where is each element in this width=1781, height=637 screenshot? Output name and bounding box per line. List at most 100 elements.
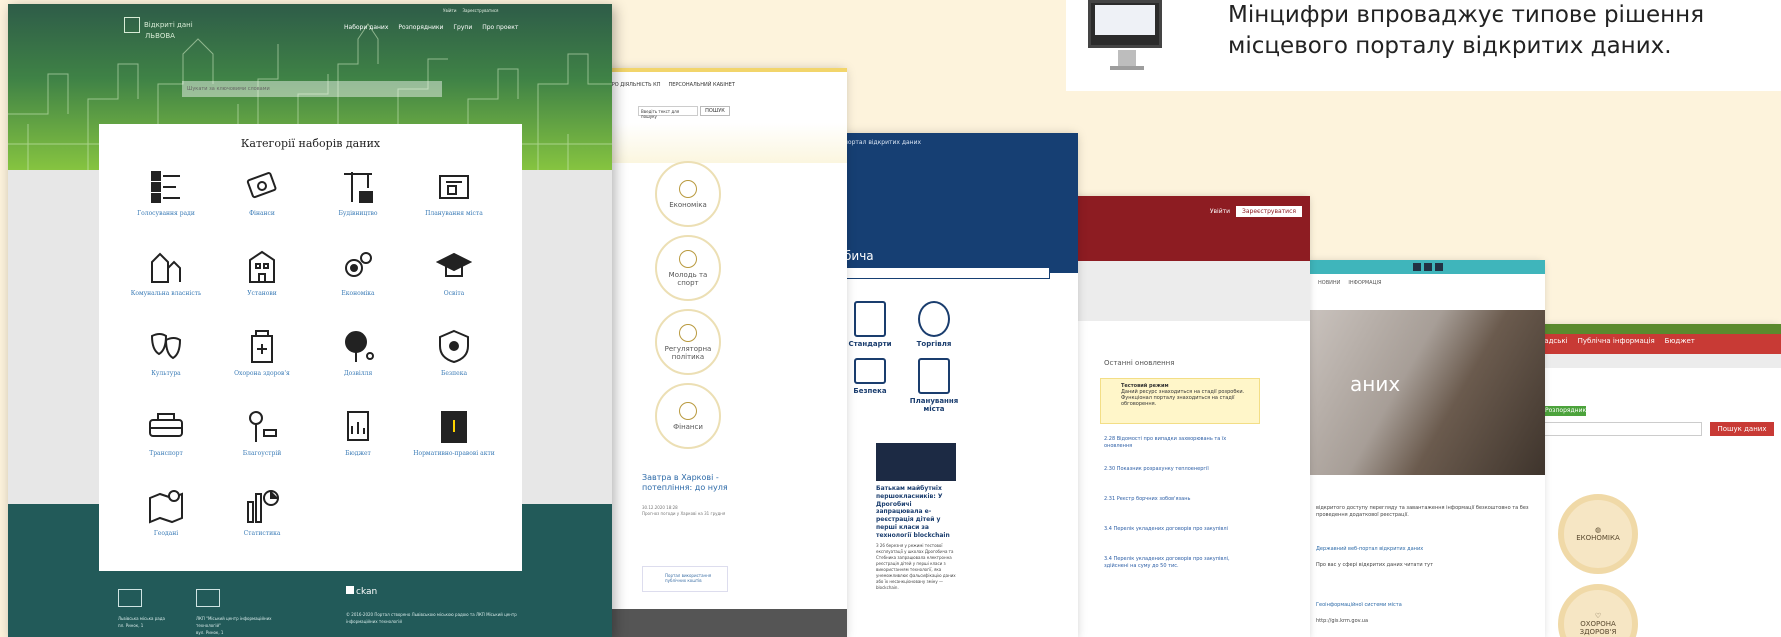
portal4-social-bar bbox=[1310, 260, 1545, 274]
portal3-update-item[interactable]: 3.4 Перелік укладених договорів про заку… bbox=[1104, 556, 1254, 569]
portal2-search-input[interactable] bbox=[838, 267, 1050, 279]
tree-icon bbox=[249, 411, 277, 442]
portal-screenshot-2: портал відкритих даних бича Стандарти То… bbox=[838, 133, 1078, 637]
lviv-category-building[interactable]: Установи bbox=[212, 248, 312, 297]
coin-hand-icon bbox=[918, 301, 950, 337]
portal1-news-title[interactable]: Завтра в Харкові - потепління: до нуля bbox=[642, 473, 732, 494]
lviv-category-money[interactable]: Фінанси bbox=[212, 168, 312, 217]
lviv-nav-groups[interactable]: Групи bbox=[453, 24, 472, 31]
lviv-category-vote[interactable]: Голосування ради bbox=[116, 168, 216, 217]
lviv-category-cap[interactable]: Освіта bbox=[404, 248, 504, 297]
portal1-category[interactable]: Регуляторна політика bbox=[655, 309, 721, 375]
lviv-category-gears[interactable]: Економіка bbox=[308, 248, 408, 297]
portal5-search-input[interactable] bbox=[1542, 422, 1702, 436]
lviv-category-label: Бюджет bbox=[345, 450, 371, 457]
portal1-category[interactable]: Фінанси bbox=[655, 383, 721, 449]
lviv-category-shield[interactable]: Безпека bbox=[404, 328, 504, 377]
portal-screenshot-4: НОВИНИ ІНФОРМАЦІЯ аних відкритого доступ… bbox=[1310, 260, 1545, 637]
portal5-search-button[interactable]: Пошук даних bbox=[1710, 422, 1774, 436]
portal3-update-item[interactable]: 2.30 Показник розрахунку теплоенергії bbox=[1104, 466, 1254, 473]
portal-screenshot-5: Громадські Публічна інформація Бюджет Ро… bbox=[1520, 324, 1781, 637]
portal4-link[interactable]: Геоінформаційної системи міста bbox=[1316, 602, 1536, 609]
portal5-category-health[interactable]: ♡ ОХОРОНА ЗДОРОВ'Я bbox=[1558, 584, 1638, 637]
lviv-nav-publishers[interactable]: Розпорядники bbox=[398, 24, 443, 31]
building-icon bbox=[249, 250, 275, 283]
lviv-category-map[interactable]: Геодані bbox=[116, 488, 216, 537]
portal1-menu-item[interactable]: ПРО ДІЯЛЬНІСТЬ КП bbox=[608, 82, 660, 88]
masks-icon bbox=[150, 333, 182, 360]
lviv-category-label: Економіка bbox=[341, 290, 375, 297]
map-icon bbox=[149, 490, 183, 524]
lviv-login-link[interactable]: Увійти bbox=[443, 8, 456, 13]
lviv-category-tree[interactable]: Благоустрій bbox=[212, 408, 312, 457]
lviv-search-input[interactable]: Шукати за ключовими словами bbox=[182, 81, 442, 97]
lviv-category-label: Голосування ради bbox=[137, 210, 195, 217]
lviv-logo[interactable]: Відкриті дані ЛЬВОВА bbox=[124, 17, 193, 41]
portal2-category[interactable]: Безпека bbox=[840, 358, 900, 395]
portal1-category[interactable]: Економіка bbox=[655, 161, 721, 227]
portal4-menu-item[interactable]: ІНФОРМАЦІЯ bbox=[1348, 280, 1381, 288]
lviv-category-masks[interactable]: Культура bbox=[116, 328, 216, 377]
lion-logo-icon bbox=[124, 17, 140, 33]
lviv-category-crane[interactable]: Будівництво bbox=[308, 168, 408, 217]
doc-icon bbox=[347, 411, 369, 441]
lviv-category-label: Нормативно-правові акти bbox=[413, 450, 495, 457]
portal4-paragraph: Про вас у сфері відкритих даних читати т… bbox=[1316, 562, 1433, 568]
portal5-category-economy[interactable]: ◍ ЕКОНОМІКА bbox=[1558, 494, 1638, 574]
portal3-update-item[interactable]: 3.4 Перелік укладених договорів про заку… bbox=[1104, 526, 1254, 533]
lviv-footer-copyright: © 2016-2020 Портал створено Львівською м… bbox=[346, 612, 517, 624]
youtube-icon[interactable] bbox=[1434, 263, 1443, 271]
portal3-update-item[interactable]: 2.31 Реєстр борчних зобов'язань bbox=[1104, 496, 1254, 503]
lviv-register-link[interactable]: Зареєструватися bbox=[462, 8, 498, 13]
portal5-menu-item[interactable]: Бюджет bbox=[1665, 337, 1695, 351]
lviv-footer-org1-addr: пл. Ринок, 1 bbox=[118, 622, 144, 628]
cap-icon bbox=[436, 252, 472, 277]
portal3-header: Увійти Зареєструватися bbox=[1072, 196, 1310, 261]
portal1-search-input[interactable]: Введіть текст для пошуку bbox=[638, 106, 698, 119]
portal-screenshot-1: ПРО ДІЯЛЬНІСТЬ КП ПЕРСОНАЛЬНИЙ КАБІНЕТ В… bbox=[590, 68, 847, 637]
portal1-news-snippet: Прогноз погоди у Харкові на 31 грудня bbox=[642, 511, 726, 516]
portal3-section-title: Останні оновлення bbox=[1104, 359, 1175, 367]
portal5-menu: Громадські Публічна інформація Бюджет bbox=[1520, 334, 1781, 354]
portal4-paragraph: http://gis.krm.gov.ua bbox=[1316, 618, 1369, 624]
lviv-nav-datasets[interactable]: Набори даних bbox=[344, 24, 388, 31]
portal1-search-button[interactable]: ПОШУК bbox=[700, 106, 730, 116]
lviv-nav-about[interactable]: Про проект bbox=[482, 24, 518, 31]
lviv-category-doc[interactable]: Бюджет bbox=[308, 408, 408, 457]
lviv-category-paddle[interactable]: Дозвілля bbox=[308, 328, 408, 377]
portal1-footer-link[interactable]: Портал використання публічних коштів bbox=[642, 566, 728, 592]
lviv-footer-org2: ЛКП "Міський центр інформаційних техноло… bbox=[196, 616, 286, 636]
portal1-banner bbox=[590, 123, 847, 163]
portal2-category[interactable]: Торгівля bbox=[904, 301, 964, 348]
police-cap-icon bbox=[854, 358, 886, 384]
portal2-category[interactable]: Стандарти bbox=[840, 301, 900, 348]
lviv-category-label: Геодані bbox=[153, 530, 179, 537]
portal3-login-link[interactable]: Увійти bbox=[1210, 208, 1230, 215]
lviv-category-plan[interactable]: Планування міста bbox=[404, 168, 504, 217]
portal4-paragraph: відкритого доступу перегляду та завантаж… bbox=[1316, 505, 1529, 518]
lviv-category-label: Установи bbox=[247, 290, 277, 297]
portal2-news-title[interactable]: Батькам майбутніх першокласників: У Дрог… bbox=[876, 485, 956, 540]
portal1-category[interactable]: Молодь та спорт bbox=[655, 235, 721, 301]
lviv-category-book[interactable]: Нормативно-правові акти bbox=[404, 408, 504, 457]
lviv-category-stats[interactable]: Статистика bbox=[212, 488, 312, 537]
ckan-logo[interactable]: ckan bbox=[346, 586, 377, 597]
lviv-category-kit[interactable]: Охорона здоров'я bbox=[212, 328, 312, 377]
lviv-category-label: Безпека bbox=[440, 370, 468, 377]
portal1-menu-item[interactable]: ПЕРСОНАЛЬНИЙ КАБІНЕТ bbox=[668, 82, 734, 88]
portal2-header: портал відкритих даних бича bbox=[838, 133, 1078, 273]
money-icon bbox=[679, 401, 697, 420]
coins-icon bbox=[679, 179, 697, 198]
portal3-update-item[interactable]: 2.28 Відомості про випадки захворювань т… bbox=[1104, 436, 1254, 449]
news-headline[interactable]: Мінцифри впроваджує типове рішення місце… bbox=[1228, 0, 1704, 61]
portal3-register-button[interactable]: Зареєструватися bbox=[1236, 206, 1302, 217]
portal5-tag[interactable]: Розпорядники bbox=[1542, 406, 1590, 416]
portal2-category[interactable]: Планування міста bbox=[904, 358, 964, 413]
facebook-icon[interactable] bbox=[1412, 263, 1421, 271]
portal4-menu-item[interactable]: НОВИНИ bbox=[1318, 280, 1340, 288]
twitter-icon[interactable] bbox=[1423, 263, 1432, 271]
portal5-menu-item[interactable]: Публічна інформація bbox=[1578, 337, 1655, 351]
lviv-category-houses[interactable]: Комунальна власність bbox=[116, 248, 216, 297]
lviv-category-bus[interactable]: Транспорт bbox=[116, 408, 216, 457]
portal4-link[interactable]: Державний веб-портал відкритих даних bbox=[1316, 546, 1536, 553]
